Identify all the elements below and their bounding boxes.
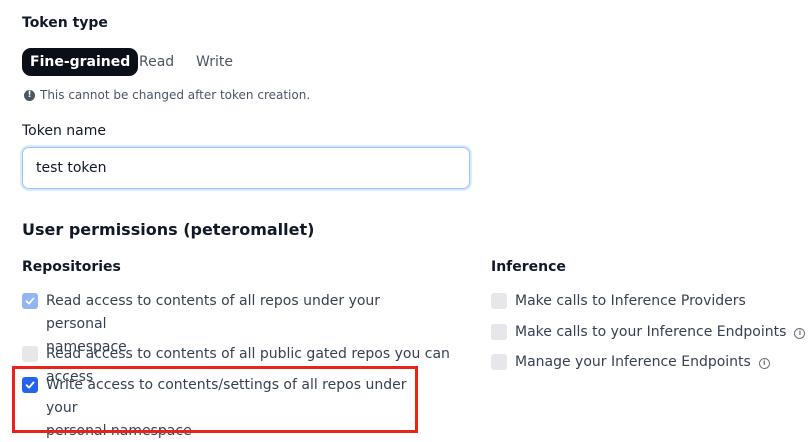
token-type-note: ! This cannot be changed after token cre… — [24, 87, 310, 103]
checkbox-inference-providers[interactable] — [491, 293, 507, 309]
permission-inference-providers[interactable]: Make calls to Inference Providers — [491, 290, 746, 313]
token-type-fine-grained-tab[interactable]: Fine-grained — [22, 48, 139, 76]
check-icon — [25, 381, 35, 389]
info-circle-filled-icon: ! — [24, 89, 35, 101]
permission-label: Make calls to your Inference Endpoints i — [515, 321, 806, 344]
token-name-input[interactable] — [22, 147, 470, 189]
permission-label: Make calls to Inference Providers — [515, 293, 746, 309]
check-icon — [25, 297, 35, 305]
inference-label: Inference — [491, 259, 566, 275]
permission-inference-endpoints-calls[interactable]: Make calls to your Inference Endpoints i — [491, 321, 806, 344]
token-type-note-text: This cannot be changed after token creat… — [40, 88, 311, 102]
permission-label: Write access to contents/settings of all… — [46, 377, 407, 439]
checkbox-repo-read-personal[interactable] — [22, 293, 38, 309]
permission-label: Manage your Inference Endpoints i — [515, 351, 770, 374]
user-permissions-heading: User permissions (peteromallet) — [22, 220, 315, 239]
info-circle-icon[interactable]: i — [758, 358, 770, 369]
checkbox-repo-read-gated[interactable] — [22, 346, 38, 362]
token-type-read-tab[interactable]: Read — [139, 48, 174, 76]
token-type-write-tab[interactable]: Write — [196, 48, 233, 76]
checkbox-inference-endpoints-manage[interactable] — [491, 354, 507, 370]
token-type-label: Token type — [22, 15, 108, 31]
repositories-label: Repositories — [22, 259, 121, 275]
permission-repo-write-personal[interactable]: Write access to contents/settings of all… — [22, 374, 412, 442]
token-settings-page: Token type Fine-grained Read Write ! Thi… — [0, 0, 810, 442]
checkbox-repo-write-personal[interactable] — [22, 377, 38, 393]
checkbox-inference-endpoints-calls[interactable] — [491, 324, 507, 340]
token-name-label: Token name — [22, 123, 106, 139]
info-circle-icon[interactable]: i — [794, 328, 806, 339]
permission-inference-endpoints-manage[interactable]: Manage your Inference Endpoints i — [491, 351, 770, 374]
